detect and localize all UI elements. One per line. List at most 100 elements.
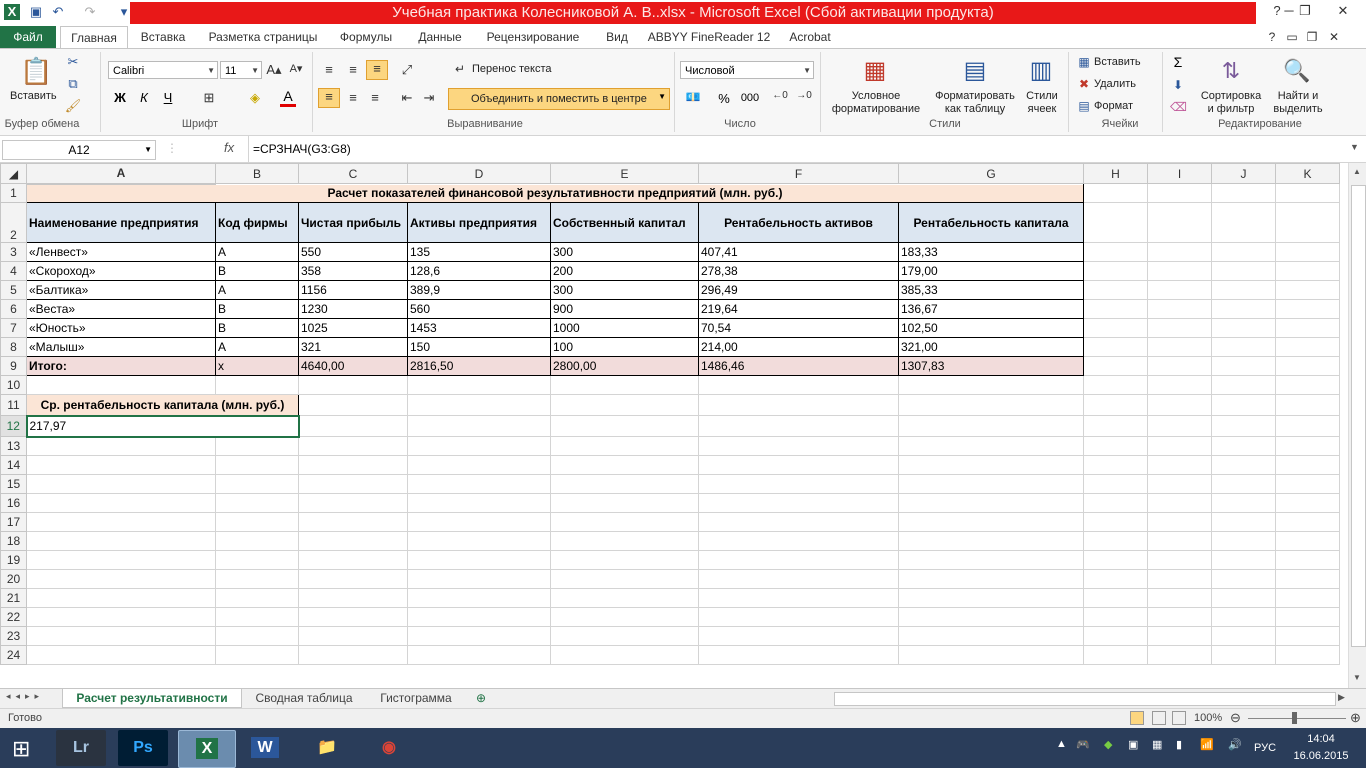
cell[interactable] [215, 474, 299, 494]
cell[interactable] [698, 474, 899, 494]
cell[interactable] [698, 512, 899, 532]
cell[interactable] [407, 394, 551, 416]
column-header-f[interactable]: F [698, 163, 899, 184]
cell[interactable] [298, 394, 408, 416]
zoom-out-icon[interactable]: ⊖ [1230, 710, 1241, 726]
row-header[interactable]: 19 [0, 550, 27, 570]
decrease-decimal-icon[interactable]: →0 [794, 90, 814, 101]
cell[interactable] [407, 626, 551, 646]
cell[interactable] [1211, 569, 1276, 589]
cell[interactable] [26, 512, 216, 532]
row-header[interactable]: 5 [0, 280, 27, 300]
row-header[interactable]: 2 [0, 202, 27, 243]
cell[interactable] [698, 607, 899, 627]
cell[interactable]: 200 [550, 261, 699, 281]
cell[interactable] [1275, 242, 1340, 262]
total-cell[interactable]: x [215, 356, 299, 376]
cell[interactable] [1211, 242, 1276, 262]
cell[interactable] [898, 607, 1084, 627]
cell[interactable] [215, 512, 299, 532]
cell[interactable] [407, 415, 551, 437]
tab-home[interactable]: Главная [60, 26, 128, 49]
cell[interactable] [898, 569, 1084, 589]
window-close-icon[interactable]: ✕ [1326, 26, 1342, 48]
cell[interactable] [1275, 318, 1340, 338]
total-cell[interactable]: 1486,46 [698, 356, 899, 376]
cell-styles-icon[interactable]: ▥ [1026, 54, 1056, 88]
more-options-icon[interactable]: ⋮ [166, 141, 178, 155]
chevron-down-icon[interactable]: ▼ [144, 141, 152, 159]
cell[interactable] [1211, 512, 1276, 532]
cell[interactable] [26, 493, 216, 513]
cell[interactable] [898, 626, 1084, 646]
cell[interactable] [1083, 415, 1148, 437]
cell[interactable]: 321 [298, 337, 408, 357]
sheet-title-cell[interactable]: Расчет показателей финансовой результати… [26, 183, 1084, 203]
cell[interactable] [1275, 645, 1340, 665]
cell[interactable] [1211, 261, 1276, 281]
shrink-font-icon[interactable]: A▾ [288, 62, 304, 75]
zoom-in-icon[interactable]: ⊕ [1350, 710, 1361, 726]
cell[interactable] [1147, 356, 1212, 376]
cell[interactable] [407, 512, 551, 532]
column-header-h[interactable]: H [1083, 163, 1148, 184]
cell[interactable]: 70,54 [698, 318, 899, 338]
cell[interactable] [26, 626, 216, 646]
cell[interactable] [1083, 202, 1148, 243]
tab-insert[interactable]: Вставка [134, 26, 192, 48]
cell[interactable] [1211, 588, 1276, 608]
align-right-icon[interactable]: ≡ [366, 90, 384, 105]
underline-button[interactable]: Ч [160, 90, 176, 105]
conditional-formatting-label2[interactable]: форматирование [826, 103, 926, 115]
cell[interactable] [898, 474, 1084, 494]
cell[interactable] [26, 375, 216, 395]
cell[interactable] [1275, 299, 1340, 319]
column-header-b[interactable]: B [215, 163, 299, 184]
wrap-text-button[interactable]: Перенос текста [472, 63, 552, 75]
cell[interactable] [1147, 415, 1212, 437]
cell[interactable] [407, 550, 551, 570]
grow-font-icon[interactable]: A▴ [266, 62, 282, 78]
formula-input[interactable]: =СРЗНАЧ(G3:G8) [248, 136, 1349, 162]
cell[interactable] [215, 645, 299, 665]
cell[interactable] [1147, 474, 1212, 494]
cell[interactable]: 128,6 [407, 261, 551, 281]
zoom-level[interactable]: 100% [1194, 712, 1222, 724]
cell[interactable]: 300 [550, 242, 699, 262]
cell[interactable] [1083, 531, 1148, 551]
page-break-icon[interactable] [1172, 711, 1186, 725]
cell[interactable] [26, 436, 216, 456]
cell[interactable] [550, 569, 699, 589]
cell[interactable] [1147, 588, 1212, 608]
italic-button[interactable]: К [136, 90, 152, 105]
save-icon[interactable]: ▣ [28, 4, 44, 20]
fill-icon[interactable]: ⬇ [1170, 78, 1186, 92]
tray-signal-icon[interactable]: 📶 [1200, 738, 1214, 751]
cell[interactable]: 296,49 [698, 280, 899, 300]
cell[interactable]: 183,33 [898, 242, 1084, 262]
cell[interactable] [898, 550, 1084, 570]
font-color-icon[interactable]: A [280, 88, 296, 107]
cell[interactable]: 135 [407, 242, 551, 262]
sheet-tab[interactable]: Сводная таблица [246, 689, 362, 707]
cell[interactable] [1147, 202, 1212, 243]
window-restore-icon[interactable]: ❐ [1304, 26, 1320, 48]
cell[interactable] [215, 550, 299, 570]
taskbar-photoshop[interactable]: Ps [118, 730, 168, 766]
zoom-slider-thumb[interactable] [1292, 712, 1297, 724]
cell[interactable] [1147, 455, 1212, 475]
cell[interactable] [298, 550, 408, 570]
taskbar-word[interactable]: W [240, 730, 290, 766]
cell[interactable] [1147, 626, 1212, 646]
cell[interactable] [1275, 512, 1340, 532]
column-header-g[interactable]: G [898, 163, 1084, 184]
cell[interactable] [898, 493, 1084, 513]
normal-view-icon[interactable] [1130, 711, 1144, 725]
cell[interactable] [898, 531, 1084, 551]
cell[interactable] [1147, 183, 1212, 203]
redo-icon[interactable]: ↷ [82, 4, 98, 20]
cell[interactable]: 1000 [550, 318, 699, 338]
cell[interactable] [1211, 455, 1276, 475]
cell[interactable] [215, 588, 299, 608]
cell[interactable] [1147, 512, 1212, 532]
